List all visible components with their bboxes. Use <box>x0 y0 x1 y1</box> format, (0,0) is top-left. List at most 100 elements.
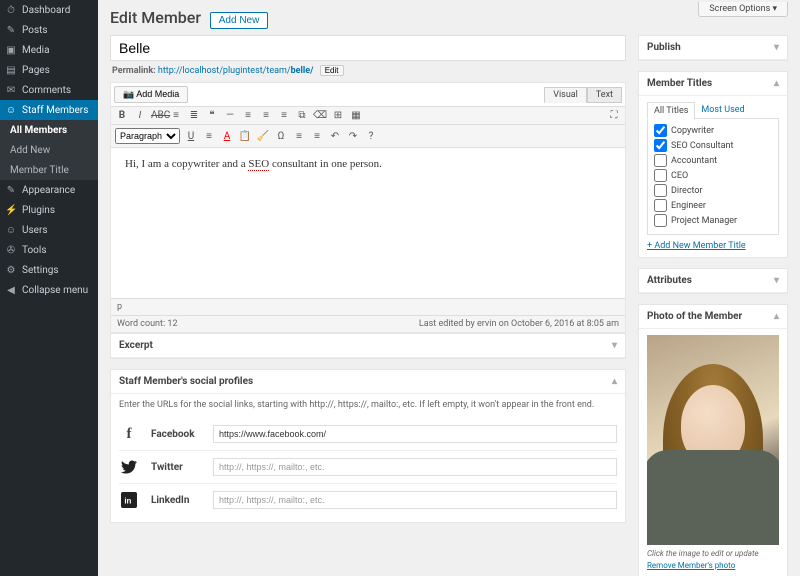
title-checkbox-row[interactable]: Accountant <box>654 154 772 167</box>
toggle-toolbar-button[interactable]: ▦ <box>349 110 363 121</box>
strike-button[interactable]: ABC <box>151 110 165 121</box>
title-checkbox[interactable] <box>654 214 667 227</box>
title-checkbox[interactable] <box>654 169 667 182</box>
remove-photo-link[interactable]: Remove Member's photo <box>647 561 735 570</box>
sidebar-item-staff-members[interactable]: ☺Staff Members <box>0 100 98 120</box>
excerpt-heading[interactable]: Excerpt▾ <box>111 334 625 358</box>
bold-button[interactable]: B <box>115 110 129 121</box>
link-button[interactable]: ⧉ <box>295 110 309 121</box>
social-label: Facebook <box>151 429 201 440</box>
permalink-url[interactable]: http://localhost/plugintest/team/belle/ <box>158 66 314 76</box>
post-title-input[interactable] <box>110 35 626 61</box>
last-edited: Last edited by ervin on October 6, 2016 … <box>419 319 619 329</box>
add-media-button[interactable]: 📷 Add Media <box>114 86 188 103</box>
charmap-button[interactable]: Ω <box>274 131 288 142</box>
title-checkbox-row[interactable]: Director <box>654 184 772 197</box>
title-checkbox-row[interactable]: Project Manager <box>654 214 772 227</box>
sidebar-item-media[interactable]: ▣Media <box>0 40 98 60</box>
member-photo[interactable] <box>647 335 779 545</box>
sidebar-item-dashboard[interactable]: ⏱Dashboard <box>0 0 98 20</box>
social-row-facebook: f Facebook <box>119 418 617 450</box>
title-checkbox-row[interactable]: CEO <box>654 169 772 182</box>
sidebar-collapse[interactable]: ◀Collapse menu <box>0 280 98 300</box>
pastetext-button[interactable]: 📋 <box>238 131 252 142</box>
title-checkbox[interactable] <box>654 139 667 152</box>
photo-heading[interactable]: Photo of the Member▴ <box>639 305 787 329</box>
sidebar-item-settings[interactable]: ⚙Settings <box>0 260 98 280</box>
brush-icon: ✎ <box>5 185 17 196</box>
spellcheck-mark: SEO <box>248 158 269 171</box>
titles-tab-most-used[interactable]: Most Used <box>695 102 750 119</box>
member-titles-heading[interactable]: Member Titles▴ <box>639 72 787 96</box>
quote-button[interactable]: ❝ <box>205 110 219 121</box>
format-select[interactable]: Paragraph <box>115 128 180 144</box>
submenu-all-members[interactable]: All Members <box>0 120 98 140</box>
ol-button[interactable]: ≣ <box>187 110 201 121</box>
outdent-button[interactable]: ≡ <box>292 131 306 142</box>
chevron-up-icon: ▴ <box>774 78 779 89</box>
comments-icon: ✉ <box>5 85 17 96</box>
content-editor: 📷 Add Media Visual Text B I ABC ≡ ≣ ❝ — … <box>110 82 626 333</box>
indent-button[interactable]: ≡ <box>310 131 324 142</box>
underline-button[interactable]: U <box>184 131 198 142</box>
publish-heading[interactable]: Publish▾ <box>639 36 787 60</box>
titles-checklist: Copywriter SEO Consultant Accountant CEO Dir… <box>647 118 779 235</box>
help-button[interactable]: ? <box>364 131 378 142</box>
fullscreen-button[interactable]: ⛶ <box>607 110 621 121</box>
sidebar-item-posts[interactable]: ✎Posts <box>0 20 98 40</box>
sidebar-item-users[interactable]: ☺Users <box>0 220 98 240</box>
submenu-member-title[interactable]: Member Title <box>0 160 98 180</box>
editor-body[interactable]: Hi, I am a copywriter and a SEO consulta… <box>111 148 625 298</box>
editor-tab-text[interactable]: Text <box>587 87 622 103</box>
italic-button[interactable]: I <box>133 110 147 121</box>
sidebar-item-tools[interactable]: ✇Tools <box>0 240 98 260</box>
undo-button[interactable]: ↶ <box>328 131 342 142</box>
linkedin-input[interactable] <box>213 491 617 509</box>
title-checkbox[interactable] <box>654 154 667 167</box>
chevron-down-icon: ▾ <box>772 4 777 14</box>
title-checkbox-row[interactable]: Engineer <box>654 199 772 212</box>
twitter-input[interactable] <box>213 458 617 476</box>
main-content: Screen Options ▾ Edit Member Add New Per… <box>98 0 800 576</box>
submenu-add-new[interactable]: Add New <box>0 140 98 160</box>
media-icon: ▣ <box>5 45 17 56</box>
sidebar-item-plugins[interactable]: ⚡Plugins <box>0 200 98 220</box>
title-checkbox-row[interactable]: Copywriter <box>654 124 772 137</box>
more-button[interactable]: ⊞ <box>331 110 345 121</box>
title-label: Director <box>671 186 703 196</box>
screen-options-tab[interactable]: Screen Options ▾ <box>698 2 788 17</box>
add-member-title-link[interactable]: + Add New Member Title <box>647 241 746 251</box>
title-checkbox[interactable] <box>654 184 667 197</box>
staff-icon: ☺ <box>5 105 17 116</box>
admin-sidebar: ⏱Dashboard ✎Posts ▣Media ▤Pages ✉Comment… <box>0 0 98 576</box>
align-right-button[interactable]: ≡ <box>277 110 291 121</box>
unlink-button[interactable]: ⌫ <box>313 110 327 121</box>
titles-tab-all[interactable]: All Titles <box>647 102 695 120</box>
social-row-twitter: Twitter <box>119 450 617 483</box>
clearformat-button[interactable]: 🧹 <box>256 131 270 142</box>
align-center-button[interactable]: ≡ <box>259 110 273 121</box>
attributes-heading[interactable]: Attributes▾ <box>639 269 787 293</box>
title-checkbox[interactable] <box>654 124 667 137</box>
sidebar-item-comments[interactable]: ✉Comments <box>0 80 98 100</box>
textcolor-button[interactable]: A <box>220 131 234 142</box>
facebook-input[interactable] <box>213 425 617 443</box>
social-description: Enter the URLs for the social links, sta… <box>119 400 617 410</box>
editor-path: p <box>117 302 122 312</box>
editor-tab-visual[interactable]: Visual <box>544 87 587 103</box>
align-left-button[interactable]: ≡ <box>241 110 255 121</box>
pages-icon: ▤ <box>5 65 17 76</box>
ul-button[interactable]: ≡ <box>169 110 183 121</box>
sidebar-item-pages[interactable]: ▤Pages <box>0 60 98 80</box>
speedometer-icon: ⏱ <box>5 5 17 16</box>
permalink-edit-button[interactable]: Edit <box>320 65 344 76</box>
title-checkbox-row[interactable]: SEO Consultant <box>654 139 772 152</box>
sidebar-item-appearance[interactable]: ✎Appearance <box>0 180 98 200</box>
hr-button[interactable]: — <box>223 110 237 121</box>
add-new-button[interactable]: Add New <box>210 12 269 29</box>
page-title: Edit Member <box>110 8 201 27</box>
social-heading[interactable]: Staff Member's social profiles▴ <box>111 370 625 394</box>
justify-button[interactable]: ≡ <box>202 131 216 142</box>
title-checkbox[interactable] <box>654 199 667 212</box>
redo-button[interactable]: ↷ <box>346 131 360 142</box>
